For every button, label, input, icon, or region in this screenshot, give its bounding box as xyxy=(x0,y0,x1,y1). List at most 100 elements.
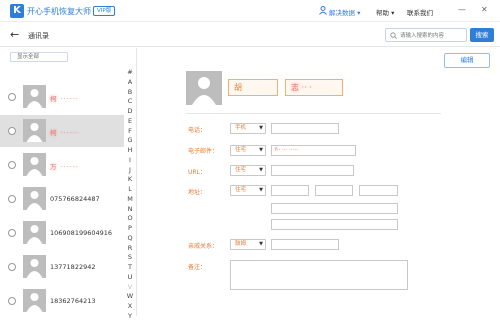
url-type-select[interactable]: 住宅 xyxy=(230,165,266,176)
alphabet-letter[interactable]: U xyxy=(126,273,134,283)
filter-dropdown[interactable]: 显示全部 xyxy=(10,52,68,62)
last-name-field: 胡 xyxy=(228,79,278,96)
person-silhouette-icon xyxy=(26,293,43,312)
contact-list-item[interactable]: 18362764213 xyxy=(0,285,124,317)
contact-radio[interactable] xyxy=(8,195,16,203)
relation-type-select[interactable]: 鼓姆 xyxy=(230,239,266,250)
contact-avatar-thumb xyxy=(23,255,46,278)
alphabet-letter[interactable]: Y xyxy=(126,312,134,322)
person-silhouette-icon xyxy=(192,77,216,105)
alphabet-letter[interactable]: M xyxy=(126,195,134,205)
alphabet-letter[interactable]: L xyxy=(126,185,134,195)
person-silhouette-icon xyxy=(26,225,43,244)
address-street-input[interactable] xyxy=(271,185,309,196)
page-title: 通讯录 xyxy=(28,32,49,40)
search-input[interactable] xyxy=(400,30,466,41)
alphabet-letter[interactable]: G xyxy=(126,136,134,146)
alphabet-letter[interactable]: # xyxy=(126,68,134,78)
search-icon xyxy=(390,32,397,39)
alphabet-letter[interactable]: W xyxy=(126,292,134,302)
contact-radio[interactable] xyxy=(8,297,16,305)
user-menu[interactable]: 解决数据 ▾ xyxy=(329,7,360,17)
person-silhouette-icon xyxy=(26,259,43,278)
contact-list-item[interactable]: 柯 ······ xyxy=(0,81,124,113)
alphabet-letter[interactable]: H xyxy=(126,146,134,156)
contact-name: 柯 ······ xyxy=(50,129,79,137)
address-type-select[interactable]: 住宅 xyxy=(230,185,266,196)
contact-avatar-thumb xyxy=(23,119,46,142)
note-label: 备注： xyxy=(188,264,207,271)
app-logo-icon: K xyxy=(10,4,24,18)
contact-name: 柯 ······ xyxy=(50,95,79,103)
url-label: URL： xyxy=(188,169,206,176)
alphabet-index: # A B C D E F G H I J K L M N O P Q R S T U V W X Y xyxy=(126,68,134,322)
help-menu[interactable]: 帮助 ▾ xyxy=(376,7,394,17)
alphabet-letter[interactable]: R xyxy=(126,244,134,254)
contact-radio[interactable] xyxy=(8,263,16,271)
address-label: 地址： xyxy=(188,189,207,196)
contact-radio[interactable] xyxy=(8,161,16,169)
relation-input[interactable] xyxy=(271,239,339,250)
title-bar: K 开心手机恢复大师 VIP版 解决数据 ▾ 帮助 ▾ 联系我们 — ✕ xyxy=(0,0,500,22)
contact-list-item[interactable]: 075766824487 xyxy=(0,183,124,215)
contact-avatar-thumb xyxy=(23,289,46,312)
email-input[interactable]: f·· ··· ····· xyxy=(271,145,356,156)
email-label: 电子邮件： xyxy=(188,148,219,155)
person-silhouette-icon xyxy=(26,191,43,210)
alphabet-letter[interactable]: E xyxy=(126,117,134,127)
first-name-field: 志 ·· · xyxy=(285,79,343,96)
alphabet-letter[interactable]: C xyxy=(126,97,134,107)
nav-bar: ← 通讯录 搜索 xyxy=(0,23,500,47)
phone-type-select[interactable]: 手机 xyxy=(230,123,266,134)
alphabet-letter[interactable]: S xyxy=(126,253,134,263)
divider xyxy=(186,113,441,114)
contact-list-item[interactable]: 万 ······ xyxy=(0,149,124,181)
contact-list-item[interactable]: 柯 ······ xyxy=(0,115,124,147)
email-type-select[interactable]: 住宅 xyxy=(230,145,266,156)
search-box[interactable] xyxy=(385,28,467,42)
note-textarea[interactable] xyxy=(230,260,408,290)
url-input[interactable] xyxy=(271,165,354,176)
contact-name: 万 ······ xyxy=(50,163,79,171)
alphabet-letter[interactable]: Q xyxy=(126,234,134,244)
person-silhouette-icon xyxy=(26,157,43,176)
contact-list-item[interactable]: 106908199604916 xyxy=(0,217,124,249)
alphabet-letter[interactable]: N xyxy=(126,205,134,215)
user-menu-label: 解决数据 xyxy=(329,9,355,17)
phone-label: 电话： xyxy=(188,127,207,134)
alphabet-letter[interactable]: V xyxy=(126,283,134,293)
address-line3-input[interactable] xyxy=(271,219,398,230)
minimize-button[interactable]: — xyxy=(458,5,466,14)
edit-button[interactable]: 编辑 xyxy=(444,53,490,68)
contact-us-link[interactable]: 联系我们 xyxy=(407,7,433,17)
alphabet-letter[interactable]: A xyxy=(126,78,134,88)
contact-avatar-thumb xyxy=(23,221,46,244)
alphabet-letter[interactable]: J xyxy=(126,166,134,176)
alphabet-letter[interactable]: B xyxy=(126,88,134,98)
alphabet-letter[interactable]: O xyxy=(126,214,134,224)
alphabet-letter[interactable]: D xyxy=(126,107,134,117)
address-city-input[interactable] xyxy=(315,185,353,196)
contact-list-item[interactable]: 13771822942 xyxy=(0,251,124,283)
alphabet-letter[interactable]: F xyxy=(126,127,134,137)
phone-input[interactable] xyxy=(271,123,339,134)
contact-radio[interactable] xyxy=(8,93,16,101)
alphabet-letter[interactable]: I xyxy=(126,156,134,166)
address-line2-input[interactable] xyxy=(271,203,398,214)
back-arrow-icon[interactable]: ← xyxy=(10,28,19,41)
alphabet-letter[interactable]: X xyxy=(126,302,134,312)
vip-badge: VIP版 xyxy=(93,6,116,16)
contact-avatar-thumb xyxy=(23,153,46,176)
contact-radio[interactable] xyxy=(8,229,16,237)
address-state-input[interactable] xyxy=(359,185,398,196)
contact-detail-panel: 编辑 胡 志 ·· · 电话： 手机 电子邮件： 住宅 f·· ··· ····… xyxy=(138,48,500,316)
alphabet-letter[interactable]: T xyxy=(126,263,134,273)
close-button[interactable]: ✕ xyxy=(481,5,488,14)
alphabet-letter[interactable]: P xyxy=(126,224,134,234)
contact-avatar-thumb xyxy=(23,187,46,210)
alphabet-letter[interactable]: K xyxy=(126,175,134,185)
search-button[interactable]: 搜索 xyxy=(470,28,494,42)
contact-list-panel: 显示全部 柯 ······ 柯 ······ 万 ······ 07576682448… xyxy=(0,48,137,320)
help-menu-label: 帮助 xyxy=(376,9,389,17)
contact-radio[interactable] xyxy=(8,127,16,135)
